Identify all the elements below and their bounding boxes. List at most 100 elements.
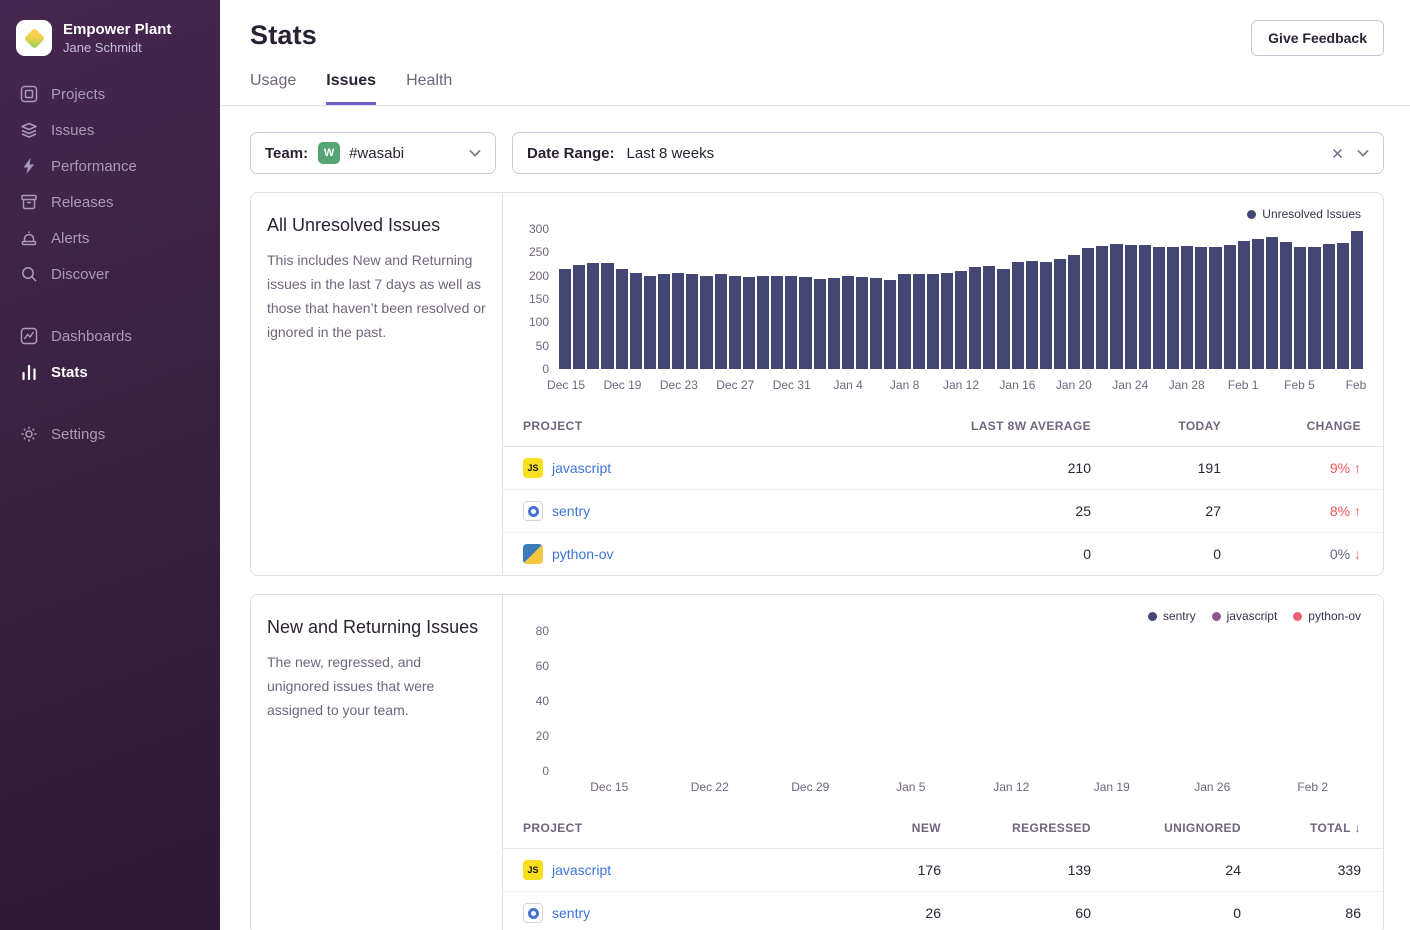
sidebar-item-projects[interactable]: Projects — [0, 76, 220, 112]
legend-label: Unresolved Issues — [1262, 207, 1361, 221]
today-value: 191 — [1113, 447, 1243, 490]
bar — [573, 265, 585, 369]
bar — [1040, 262, 1052, 369]
bar — [1026, 261, 1038, 369]
legend-dot-icon — [1247, 210, 1256, 219]
x-tick-label: Jan 12 — [943, 378, 979, 392]
column-header-total[interactable]: TOTAL ↓ — [1263, 808, 1383, 849]
sidebar-item-issues[interactable]: Issues — [0, 112, 220, 148]
dashboards-icon — [20, 327, 38, 345]
column-header-last-8w-average: LAST 8W AVERAGE — [893, 406, 1113, 447]
legend-item-javascript[interactable]: javascript — [1212, 609, 1278, 623]
project-link[interactable]: sentry — [552, 503, 590, 519]
avg-value: 25 — [893, 490, 1113, 533]
project-link[interactable]: javascript — [552, 460, 611, 476]
avg-value: 0 — [893, 533, 1113, 576]
sidebar-item-stats[interactable]: Stats — [0, 354, 220, 390]
bar — [1351, 231, 1363, 369]
nav-spacer — [0, 292, 220, 318]
x-tick-label: Feb — [1346, 378, 1367, 392]
bar — [1238, 241, 1250, 369]
x-tick-label: Feb 2 — [1297, 780, 1328, 794]
bar — [1082, 248, 1094, 369]
sort-desc-icon: ↓ — [1351, 821, 1361, 835]
bar — [630, 273, 642, 369]
new-value: 176 — [843, 849, 963, 892]
y-axis: 020406080 — [523, 631, 559, 771]
org-switcher[interactable]: Empower Plant Jane Schmidt — [0, 16, 220, 76]
bar — [828, 278, 840, 369]
x-tick-label: Feb 1 — [1228, 378, 1259, 392]
date-range-select[interactable]: Date Range: Last 8 weeks — [512, 132, 1384, 174]
bar — [587, 263, 599, 369]
sidebar-item-settings[interactable]: Settings — [0, 416, 220, 452]
clear-date-icon[interactable] — [1332, 148, 1343, 159]
column-header-regressed: REGRESSED — [963, 808, 1113, 849]
sidebar-item-discover[interactable]: Discover — [0, 256, 220, 292]
x-tick-label: Jan 12 — [993, 780, 1029, 794]
bar-plot — [559, 229, 1363, 369]
sidebar-item-releases[interactable]: Releases — [0, 184, 220, 220]
bar — [884, 280, 896, 369]
panel-description: This includes New and Returning issues i… — [267, 248, 486, 344]
project-link[interactable]: javascript — [552, 862, 611, 878]
bar — [715, 274, 727, 369]
legend-item-unresolved-issues[interactable]: Unresolved Issues — [1247, 207, 1361, 221]
x-tick-label: Dec 23 — [660, 378, 698, 392]
panel-title: New and Returning Issues — [267, 617, 486, 638]
legend-dot-icon — [1148, 612, 1157, 621]
bar — [757, 276, 769, 369]
project-link[interactable]: python-ov — [552, 546, 613, 562]
table-row: sentry25278% ↑ — [503, 490, 1383, 533]
sidebar-item-alerts[interactable]: Alerts — [0, 220, 220, 256]
legend-item-python-ov[interactable]: python-ov — [1293, 609, 1361, 623]
sidebar-item-label: Projects — [51, 86, 105, 103]
legend-dot-icon — [1293, 612, 1302, 621]
panel-description: The new, regressed, and unignored issues… — [267, 650, 486, 722]
y-tick-label: 20 — [536, 729, 549, 743]
table-row: JSjavascript2101919% ↑ — [503, 447, 1383, 490]
sidebar-item-dashboards[interactable]: Dashboards — [0, 318, 220, 354]
x-tick-label: Jan 8 — [890, 378, 919, 392]
nav-spacer — [0, 390, 220, 416]
bar — [658, 274, 670, 369]
bar — [700, 276, 712, 369]
bar — [1096, 246, 1108, 369]
x-tick-label: Dec 19 — [603, 378, 641, 392]
x-tick-label: Jan 19 — [1094, 780, 1130, 794]
releases-icon — [20, 193, 38, 211]
y-tick-label: 300 — [529, 222, 549, 236]
bar — [1139, 245, 1151, 369]
total-value: 339 — [1263, 849, 1383, 892]
stats-icon — [20, 363, 38, 381]
bar — [1054, 259, 1066, 369]
bar — [1110, 244, 1122, 369]
x-tick-label: Dec 27 — [716, 378, 754, 392]
sidebar-item-label: Dashboards — [51, 328, 132, 345]
tab-health[interactable]: Health — [406, 72, 452, 105]
bar — [913, 274, 925, 369]
legend-dot-icon — [1212, 612, 1221, 621]
project-link[interactable]: sentry — [552, 905, 590, 921]
x-tick-label: Dec 29 — [791, 780, 829, 794]
tab-issues[interactable]: Issues — [326, 72, 376, 105]
page-header: Stats Give Feedback — [220, 0, 1410, 56]
legend-item-sentry[interactable]: sentry — [1148, 609, 1196, 623]
unresolved-issues-panel: All Unresolved Issues This includes New … — [250, 192, 1384, 576]
bar — [1280, 242, 1292, 369]
column-header-new: NEW — [843, 808, 963, 849]
team-select[interactable]: Team: W #wasabi — [250, 132, 496, 174]
user-name: Jane Schmidt — [63, 40, 171, 55]
regressed-value: 139 — [963, 849, 1113, 892]
bar — [1266, 237, 1278, 369]
tab-usage[interactable]: Usage — [250, 72, 296, 105]
bar — [969, 267, 981, 369]
bar — [842, 276, 854, 369]
sidebar-item-label: Stats — [51, 364, 88, 381]
give-feedback-button[interactable]: Give Feedback — [1251, 20, 1384, 56]
date-range-label: Date Range: — [527, 145, 615, 162]
bar — [771, 276, 783, 369]
sidebar-item-performance[interactable]: Performance — [0, 148, 220, 184]
new-value: 26 — [843, 892, 963, 930]
projects-icon — [20, 85, 38, 103]
